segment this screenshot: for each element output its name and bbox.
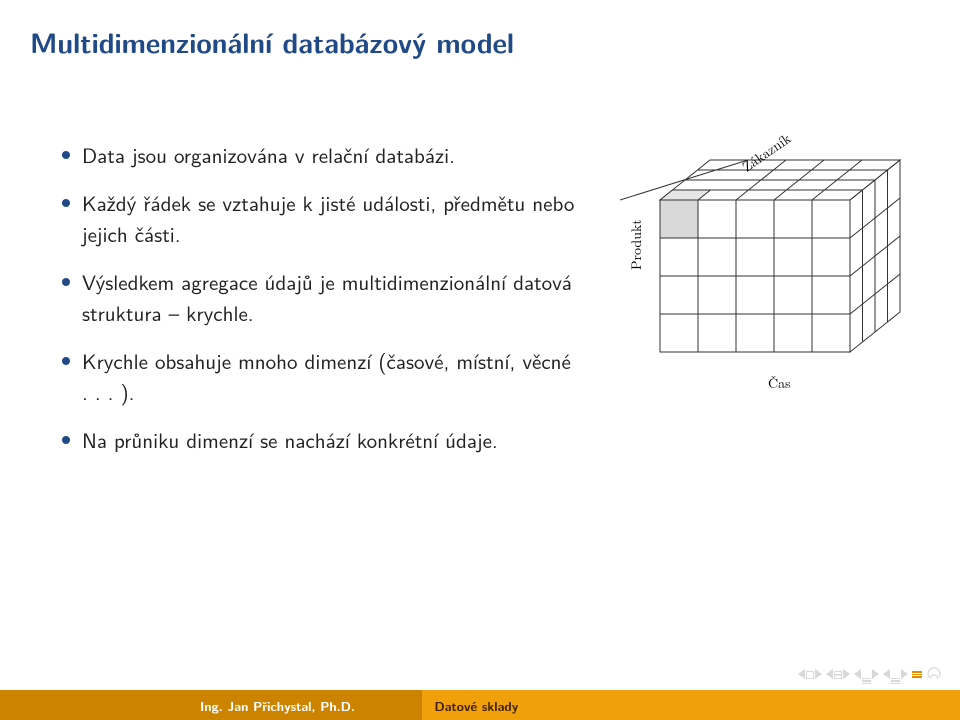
footer-author: Ing. Jan Přichystal, Ph.D. <box>0 690 422 720</box>
footer-topic: Datové sklady <box>422 690 960 720</box>
bullet-item: Každý řádek se vztahuje k jisté události… <box>60 188 580 249</box>
bullet-item: Výsledkem agregace údajů je multidimenzi… <box>60 267 580 328</box>
content-area: Data jsou organizována v relační databáz… <box>60 140 580 474</box>
nav-prev-frame-icon[interactable] <box>826 665 850 684</box>
slide-title: Multidimenzionální databázový model <box>30 22 514 62</box>
cube-axis-y: Produkt <box>626 219 646 270</box>
bullet-item: Krychle obsahuje mnoho dimenzí (časové, … <box>60 346 580 407</box>
nav-back-icon[interactable] <box>926 667 942 683</box>
footer-bar: Ing. Jan Přichystal, Ph.D. Datové sklady <box>0 690 960 720</box>
bullet-list: Data jsou organizována v relační databáz… <box>60 140 580 456</box>
bullet-item: Data jsou organizována v relační databáz… <box>60 140 580 170</box>
bullet-item: Na průniku dimenzí se nachází konkrétní … <box>60 425 580 455</box>
cube-axis-x: Čas <box>768 373 791 393</box>
nav-prev-slide-icon[interactable] <box>798 665 822 684</box>
nav-subsection-icon[interactable] <box>883 665 908 684</box>
nav-section-icon[interactable] <box>854 665 879 684</box>
beamer-nav <box>798 665 942 684</box>
cube-diagram: Produkt Čas Zákazník <box>620 130 920 410</box>
nav-outline-icon[interactable] <box>912 671 922 678</box>
